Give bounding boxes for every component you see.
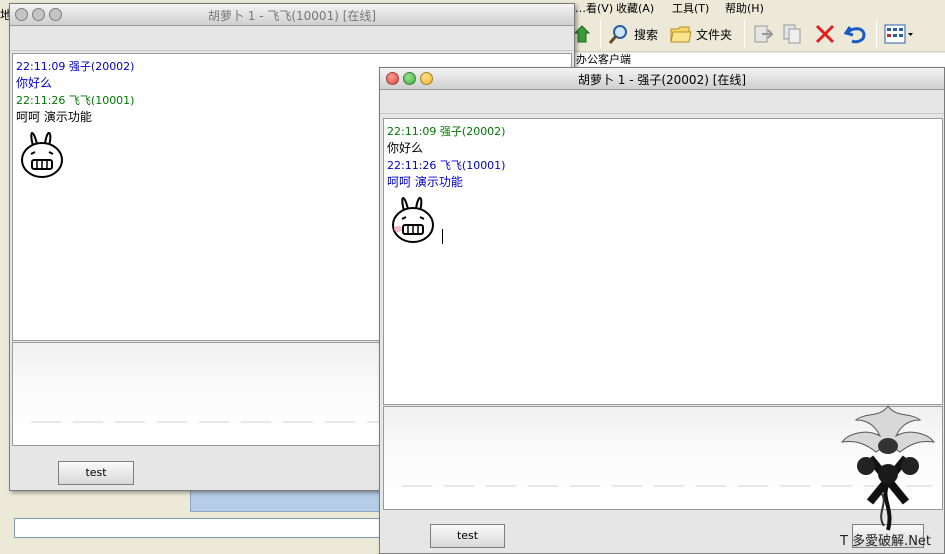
watermark-tribal-logo	[840, 405, 936, 531]
window-titlebar[interactable]: 胡萝卜 1 - 飞飞(10001) [在线]	[10, 4, 574, 26]
send-button[interactable]: test	[430, 524, 505, 548]
views-button[interactable]	[884, 20, 914, 48]
window-toolbar	[10, 29, 574, 51]
background-toolbar: 搜索 文件夹	[570, 16, 945, 52]
folder-icon	[670, 26, 692, 43]
text-cursor	[442, 229, 443, 244]
bunny-emoticon-icon	[392, 197, 434, 243]
search-label: 搜索	[634, 27, 659, 42]
up-arrow-icon	[574, 25, 591, 43]
menu-help[interactable]: 帮助(H)	[725, 0, 764, 16]
move-to-icon	[754, 25, 774, 43]
search-button[interactable]: 搜索	[608, 20, 658, 48]
menu-tools[interactable]: 工具(T)	[672, 0, 709, 16]
undo-icon	[844, 26, 866, 44]
window-title: 胡萝卜 1 - 飞飞(10001) [在线]	[207, 9, 377, 23]
search-icon	[608, 25, 627, 44]
message-body: 呵呵 演示功能	[387, 175, 463, 189]
background-input-field[interactable]	[14, 518, 380, 538]
delete-icon	[815, 24, 835, 44]
message-header: 22:11:26 飞飞(10001)	[387, 159, 506, 172]
menu-view[interactable]: …看(V)	[575, 0, 613, 16]
watermark-text: T 多愛破解.Net	[840, 534, 932, 549]
window-title: 胡萝卜 1 - 强子(20002) [在线]	[577, 73, 747, 87]
delete-button[interactable]	[814, 20, 836, 48]
window-toolbar	[380, 92, 944, 114]
message-body: 呵呵 演示功能	[16, 110, 92, 124]
views-grid-icon	[884, 24, 913, 44]
background-address-text: 办公客户端	[570, 53, 945, 67]
message-header: 22:11:26 飞飞(10001)	[16, 94, 135, 107]
copy-to-button[interactable]	[782, 20, 804, 48]
folders-button[interactable]: 文件夹	[670, 20, 732, 48]
menu-favorites[interactable]: 收藏(A)	[616, 0, 654, 16]
message-header: 22:11:09 强子(20002)	[16, 60, 135, 73]
move-to-button[interactable]	[752, 20, 774, 48]
message-body: 你好么	[387, 141, 424, 155]
up-folder-button[interactable]	[574, 20, 592, 48]
message-body: 你好么	[16, 76, 53, 90]
bunny-emoticon-icon	[21, 132, 63, 178]
copy-to-icon	[783, 24, 801, 44]
undo-button[interactable]	[844, 20, 868, 48]
message-history[interactable]: 22:11:09 强子(20002) 你好么 22:11:26 飞飞(10001…	[383, 118, 943, 405]
folders-label: 文件夹	[696, 27, 733, 42]
send-button[interactable]: test	[58, 461, 134, 485]
background-blue-panel	[190, 490, 380, 512]
window-titlebar[interactable]: 胡萝卜 1 - 强子(20002) [在线]	[380, 68, 944, 90]
message-header: 22:11:09 强子(20002)	[387, 125, 506, 138]
